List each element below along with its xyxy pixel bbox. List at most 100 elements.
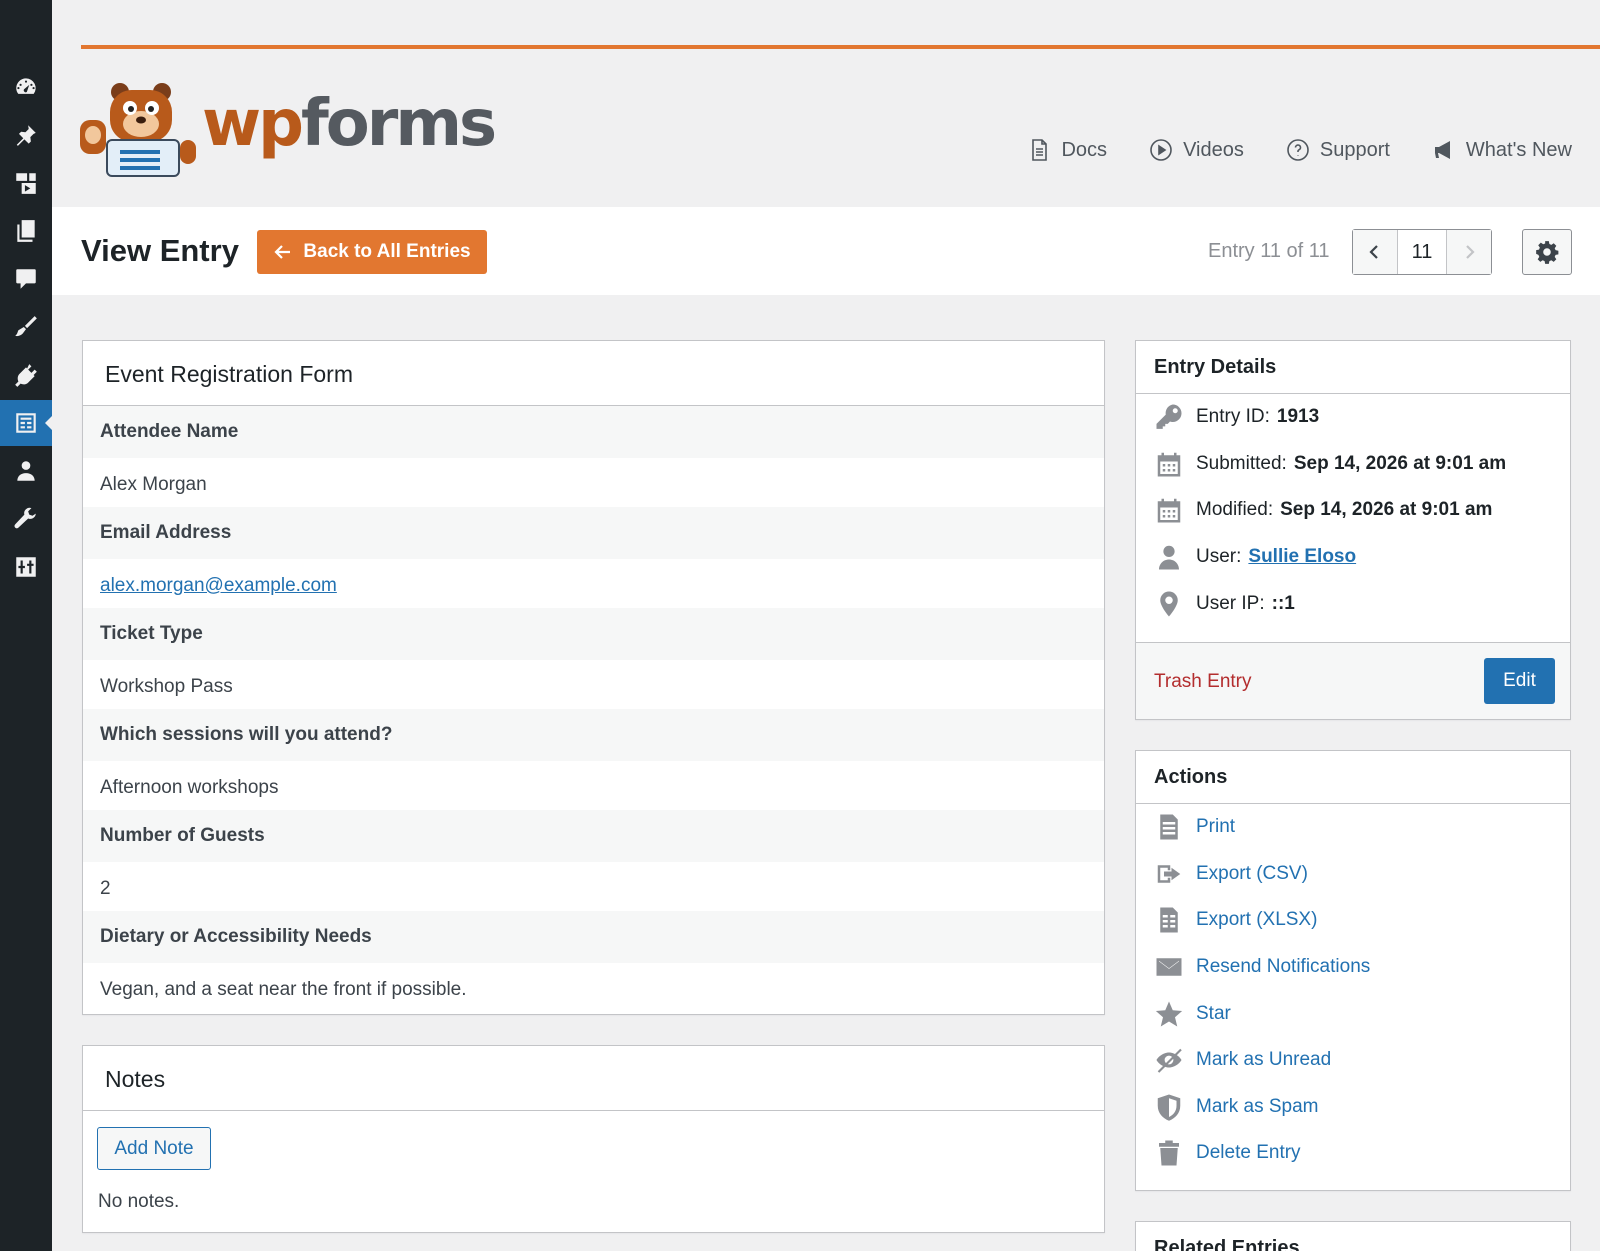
comments-icon[interactable] [0, 256, 52, 302]
notes-panel: Notes Add Note No notes. [82, 1045, 1105, 1233]
chevron-left-icon [1369, 245, 1378, 259]
detail-value: 1913 [1276, 406, 1320, 428]
entry-details-footer: Trash Entry Edit [1136, 642, 1570, 719]
field-label: Attendee Name [83, 406, 1104, 458]
detail-row-user-ip: User IP: ::1 [1136, 580, 1570, 627]
wpforms-logo: wpforms [80, 80, 497, 178]
whats-new-link[interactable]: What's New [1432, 138, 1572, 162]
resend-notifications-action[interactable]: Resend Notifications [1136, 944, 1570, 991]
arrow-left-icon [274, 245, 291, 259]
field-value: Vegan, and a seat near the front if poss… [100, 979, 467, 1000]
entry-details-title: Entry Details [1136, 341, 1570, 394]
logo-forms: forms [300, 87, 497, 161]
detail-label: User: [1196, 546, 1242, 568]
action-label: Mark as Spam [1196, 1095, 1319, 1117]
actions-title: Actions [1136, 751, 1570, 804]
action-label: Delete Entry [1196, 1142, 1301, 1164]
field-value: alex.morgan@example.com [83, 559, 1104, 608]
detail-value: Sullie Eloso [1248, 546, 1356, 568]
document-icon [1032, 139, 1048, 161]
trash-entry-link[interactable]: Trash Entry [1154, 671, 1252, 693]
entry-pager: 11 [1352, 229, 1492, 275]
play-circle-icon [1150, 139, 1172, 161]
export-csv-action[interactable]: Export (CSV) [1136, 851, 1570, 898]
entry-settings-button[interactable] [1522, 229, 1572, 275]
detail-label: Modified: [1196, 499, 1274, 521]
dashboard-icon[interactable] [0, 64, 52, 110]
add-note-button[interactable]: Add Note [97, 1127, 211, 1170]
detail-label: User IP: [1196, 592, 1265, 614]
print-icon [1160, 814, 1178, 840]
field-label: Which sessions will you attend? [83, 709, 1104, 761]
gear-icon [1536, 241, 1559, 264]
user-icon [1159, 545, 1179, 570]
detail-value: ::1 [1271, 592, 1295, 614]
support-link[interactable]: Support [1286, 138, 1390, 162]
action-label: Print [1196, 816, 1236, 838]
back-to-entries-button[interactable]: Back to All Entries [257, 230, 487, 274]
wpforms-icon[interactable] [0, 400, 52, 446]
page-title: View Entry [81, 233, 239, 268]
header-links: Docs Videos Support What's New [1027, 138, 1572, 162]
related-entries-panel: Related Entries [1135, 1221, 1571, 1251]
notes-title: Notes [83, 1046, 1104, 1111]
question-circle-icon [1287, 139, 1309, 161]
pages-icon[interactable] [0, 208, 52, 254]
mark-as-spam-action[interactable]: Mark as Spam [1136, 1084, 1570, 1131]
next-entry-button[interactable] [1445, 230, 1491, 274]
print-action[interactable]: Print [1136, 804, 1570, 851]
location-icon [1160, 591, 1178, 617]
trash-icon [1159, 1140, 1179, 1166]
eye-slash-icon [1156, 1049, 1182, 1074]
media-icon[interactable] [0, 160, 52, 206]
mark-as-unread-action[interactable]: Mark as Unread [1136, 1037, 1570, 1084]
wpforms-header: wpforms Docs Videos Support What's New [52, 0, 1600, 207]
videos-label: Videos [1183, 138, 1244, 161]
detail-label: Entry ID: [1196, 406, 1270, 428]
field-value: 2 [100, 878, 111, 899]
docs-label: Docs [1061, 138, 1108, 161]
key-icon [1156, 404, 1182, 430]
related-entries-title: Related Entries [1136, 1222, 1570, 1251]
action-label: Star [1196, 1002, 1231, 1024]
appearance-icon[interactable] [0, 304, 52, 350]
export-xlsx-action[interactable]: Export (XLSX) [1136, 897, 1570, 944]
entry-details-panel: Entry Details Entry ID: 1913 Submitted: … [1135, 340, 1571, 720]
megaphone-icon [1434, 141, 1450, 159]
detail-value: Sep 14, 2026 at 9:01 am [1280, 499, 1493, 521]
user-link[interactable]: Sullie Eloso [1248, 546, 1356, 567]
tools-icon[interactable] [0, 496, 52, 542]
calendar-icon [1157, 452, 1181, 477]
docs-link[interactable]: Docs [1027, 138, 1107, 162]
detail-row-modified: Modified: Sep 14, 2026 at 9:01 am [1136, 487, 1570, 534]
entry-count: Entry 11 of 11 [1208, 240, 1330, 262]
edit-entry-button[interactable]: Edit [1484, 658, 1555, 704]
detail-label: Submitted: [1196, 452, 1287, 474]
actions-panel: Actions Print Export (CSV) Export (XLSX)… [1135, 750, 1571, 1191]
field-label: Ticket Type [83, 608, 1104, 660]
pin-icon[interactable] [0, 112, 52, 158]
field-label: Dietary or Accessibility Needs [83, 911, 1104, 963]
action-label: Export (XLSX) [1196, 909, 1318, 931]
support-label: Support [1319, 138, 1390, 161]
action-label: Export (CSV) [1196, 862, 1308, 884]
plugins-icon[interactable] [0, 352, 52, 398]
videos-link[interactable]: Videos [1149, 138, 1244, 162]
detail-row-user: User: Sullie Eloso [1136, 534, 1570, 581]
spreadsheet-icon [1160, 907, 1178, 933]
field-label: Number of Guests [83, 810, 1104, 862]
users-icon[interactable] [0, 448, 52, 494]
back-button-label: Back to All Entries [303, 241, 471, 262]
email-link[interactable]: alex.morgan@example.com [100, 575, 337, 596]
settings-icon[interactable] [0, 544, 52, 590]
entry-titlebar: View Entry Back to All Entries Entry 11 … [52, 207, 1600, 295]
logo-wp: wp [202, 87, 304, 161]
detail-row-entry-id: Entry ID: 1913 [1136, 394, 1570, 441]
header-accent-line [81, 45, 1600, 49]
delete-entry-action[interactable]: Delete Entry [1136, 1130, 1570, 1177]
previous-entry-button[interactable] [1353, 230, 1399, 274]
admin-sidebar [0, 0, 52, 1251]
logo-wordmark: wpforms [202, 87, 497, 161]
bear-mascot-icon [80, 83, 196, 177]
star-action[interactable]: Star [1136, 990, 1570, 1037]
